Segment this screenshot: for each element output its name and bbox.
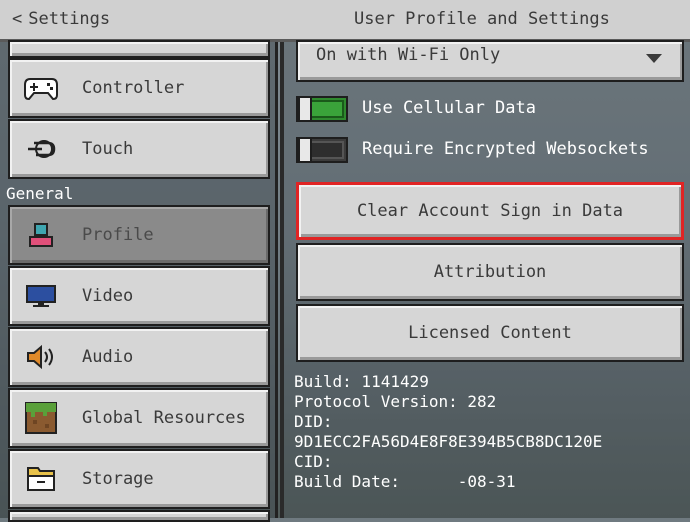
dropdown-value: On with Wi-Fi Only	[316, 45, 501, 65]
sidebar-item-partial[interactable]	[8, 40, 270, 58]
network-dropdown[interactable]: On with Wi-Fi Only	[296, 40, 684, 82]
sidebar-item-label: Profile	[82, 225, 154, 245]
chevron-down-icon	[646, 54, 662, 63]
sidebar-item-audio[interactable]: Audio	[8, 327, 270, 387]
profile-icon	[24, 220, 58, 250]
protocol-version: Protocol Version: 282	[294, 392, 497, 411]
licensed-content-button[interactable]: Licensed Content	[296, 304, 684, 362]
sidebar-item-controller[interactable]: Controller	[8, 58, 270, 118]
button-label: Attribution	[433, 262, 547, 282]
encrypted-websockets-label: Require Encrypted Websockets	[362, 139, 649, 159]
back-button[interactable]: < Settings	[12, 9, 110, 29]
use-cellular-toggle[interactable]	[296, 96, 348, 122]
global-resources-icon	[24, 402, 58, 434]
encrypted-websockets-toggle[interactable]	[296, 137, 348, 163]
audio-icon	[24, 342, 58, 372]
sidebar-item-label: Controller	[82, 78, 185, 98]
sidebar-item-label: Global Resources	[82, 408, 246, 428]
top-bar: < Settings User Profile and Settings	[0, 0, 690, 42]
sidebar-item-partial-bottom[interactable]	[8, 510, 270, 522]
controller-icon	[24, 73, 58, 103]
button-label: Clear Account Sign in Data	[356, 201, 624, 221]
back-label: Settings	[28, 9, 111, 29]
back-chevron-icon: <	[12, 9, 23, 29]
build-number: Build: 1141429	[294, 372, 429, 391]
use-cellular-label: Use Cellular Data	[362, 98, 536, 118]
page-title: User Profile and Settings	[354, 9, 610, 29]
storage-icon	[24, 464, 58, 494]
toggle-knob	[298, 96, 312, 122]
toggle-track	[310, 141, 344, 159]
sidebar-item-profile[interactable]: Profile	[8, 205, 270, 265]
attribution-button[interactable]: Attribution	[296, 243, 684, 301]
sidebar-item-label: Audio	[82, 347, 134, 367]
toggle-track	[310, 100, 344, 118]
sidebar-item-video[interactable]: Video	[8, 266, 270, 326]
toggle-knob	[298, 137, 312, 163]
sidebar-item-label: Video	[82, 286, 134, 306]
build-date: Build Date: -08-31	[294, 472, 516, 491]
did-value: 9D1ECC2FA56D4E8F8E394B5CB8DC120E	[294, 432, 603, 451]
section-label-general: General	[6, 184, 74, 203]
cid-label: CID:	[294, 452, 333, 471]
touch-icon	[24, 134, 58, 164]
button-label: Licensed Content	[408, 323, 572, 343]
sidebar-item-storage[interactable]: Storage	[8, 449, 270, 509]
video-icon	[24, 281, 58, 311]
did-label: DID:	[294, 412, 333, 431]
clear-account-sign-in-button[interactable]: Clear Account Sign in Data	[296, 182, 684, 240]
sidebar-item-label: Touch	[82, 139, 134, 159]
sidebar-item-touch[interactable]: Touch	[8, 119, 270, 179]
sidebar-item-global-resources[interactable]: Global Resources	[8, 388, 270, 448]
sidebar-item-label: Storage	[82, 469, 154, 489]
